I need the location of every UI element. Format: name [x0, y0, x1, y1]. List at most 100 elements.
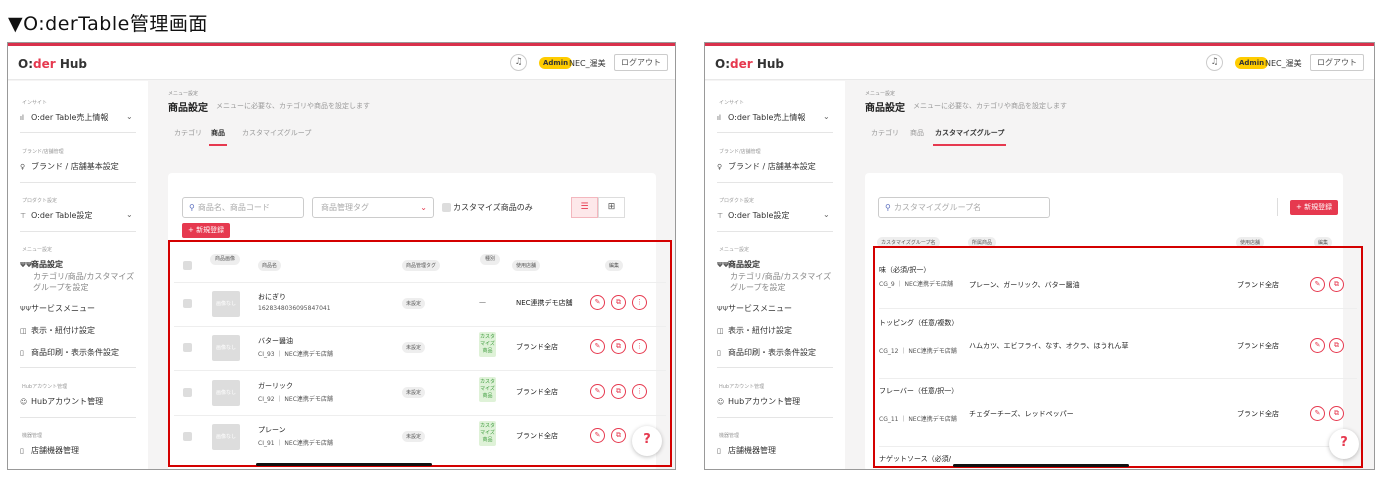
edit-icon[interactable]: ✎ — [590, 428, 605, 443]
group-code: CG_9 ｜ NEC連携デモ店舗 — [879, 281, 953, 288]
logout-button[interactable]: ログアウト — [614, 54, 668, 71]
sidebar-item-product[interactable]: ⊤ O:der Table設定 — [20, 210, 92, 221]
grid-view-icon[interactable]: ⊞ — [598, 197, 625, 218]
edit-icon[interactable]: ✎ — [590, 295, 605, 310]
copy-icon[interactable]: ⧉ — [611, 428, 626, 443]
edit-icon[interactable]: ✎ — [590, 384, 605, 399]
help-icon[interactable]: ? — [1329, 429, 1359, 459]
copy-icon[interactable]: ⧉ — [1329, 338, 1344, 353]
admin-badge: Admin — [539, 57, 573, 69]
sidebar-item-hub[interactable]: ☺ Hubアカウント管理 — [20, 396, 103, 407]
copy-icon[interactable]: ⧉ — [611, 384, 626, 399]
sidebar-item-product[interactable]: ⊤ O:der Table設定 — [717, 210, 789, 221]
tablet-icon: ⊤ — [717, 212, 724, 220]
copy-icon[interactable]: ⧉ — [611, 339, 626, 354]
row-divider — [879, 308, 1357, 309]
group-search-input[interactable]: ⚲ カスタマイズグループ名 — [878, 197, 1050, 218]
row-checkbox[interactable] — [183, 388, 192, 397]
new-product-button[interactable]: + 新規登録 — [182, 223, 231, 238]
copy-icon[interactable]: ⧉ — [611, 295, 626, 310]
product-store: NEC連携デモ店舗 — [516, 299, 573, 307]
chevron-down-icon[interactable]: ⌄ — [126, 112, 133, 121]
more-icon[interactable]: ⋮ — [632, 339, 647, 354]
row-checkbox[interactable] — [183, 299, 192, 308]
top-bar: O:der Hub ♫ Admin NEC_渥美 ログアウト — [705, 46, 1374, 80]
sidebar-item-print[interactable]: ▯ 商品印刷・表示条件設定 — [20, 347, 119, 358]
product-store: ブランド全店 — [516, 388, 558, 396]
tab-products[interactable]: 商品 — [910, 128, 924, 138]
cutlery-icon: ΨΨ — [20, 261, 32, 269]
sidebar-item-service[interactable]: ΨΨサービスメニュー — [20, 303, 95, 314]
divider — [717, 417, 833, 418]
help-icon[interactable]: ? — [632, 426, 662, 456]
product-image: 画像なし — [212, 424, 240, 450]
sidebar-item-brand[interactable]: ♀ ブランド / 店舗基本設定 — [717, 161, 816, 172]
col-header-type: 種別 — [480, 254, 500, 265]
edit-icon[interactable]: ✎ — [1310, 277, 1325, 292]
new-group-button[interactable]: + 新規登録 — [1290, 200, 1339, 215]
row-checkbox[interactable] — [183, 432, 192, 441]
col-header-edit: 編集 — [605, 260, 624, 271]
logout-button[interactable]: ログアウト — [1310, 54, 1364, 71]
group-name: トッピング（任意/複数） — [879, 319, 959, 327]
tab-category[interactable]: カテゴリ — [871, 128, 899, 138]
section-label: インサイト — [22, 100, 48, 106]
col-header-store: 使用店舗 — [512, 260, 541, 271]
section-label: ブランド/店舗管理 — [719, 149, 761, 155]
select-all-checkbox[interactable] — [183, 261, 192, 270]
sidebar-item-brand[interactable]: ♀ ブランド / 店舗基本設定 — [20, 161, 119, 172]
custom-only-checkbox[interactable] — [442, 203, 451, 212]
sidebar-item-device[interactable]: ▯ 店舗機器管理 — [717, 445, 776, 456]
bulb-icon: ♀ — [717, 163, 723, 171]
product-name: おにぎり — [258, 293, 286, 301]
chevron-down-icon[interactable]: ⌄ — [823, 210, 830, 219]
sidebar-item-display[interactable]: ◫ 表示・紐付け設定 — [20, 325, 95, 336]
more-icon[interactable]: ⋮ — [632, 295, 647, 310]
tab-products[interactable]: 商品 — [209, 128, 227, 146]
group-code: CG_12 ｜ NEC連携デモ店舗 — [879, 348, 957, 355]
more-icon[interactable]: ⋮ — [632, 384, 647, 399]
sidebar-subitem-menu[interactable]: カテゴリ/商品/カスタマイズグループを設定 — [730, 271, 836, 293]
product-search-input[interactable]: ⚲ 商品名、商品コード — [182, 197, 304, 218]
product-name: ガーリック — [258, 382, 293, 390]
edit-icon[interactable]: ✎ — [590, 339, 605, 354]
bell-icon[interactable]: ♫ — [1206, 54, 1223, 71]
list-view-icon[interactable]: ☰ — [571, 197, 598, 218]
sidebar-item-service[interactable]: ΨΨサービスメニュー — [717, 303, 792, 314]
sidebar-item-menu[interactable]: ΨΨ商品設定 — [20, 259, 63, 270]
logo[interactable]: O:der Hub — [715, 57, 784, 71]
sidebar-item-hub[interactable]: ☺ Hubアカウント管理 — [717, 396, 800, 407]
divider — [717, 231, 833, 232]
product-tag: 未設定 — [402, 387, 426, 398]
copy-icon[interactable]: ⧉ — [1329, 277, 1344, 292]
chart-icon: ıl — [20, 114, 24, 122]
col-header-name: 商品名 — [258, 260, 282, 271]
search-icon: ⚲ — [885, 203, 891, 212]
tag-select[interactable]: 商品管理タグ ⌄ — [312, 197, 434, 218]
chevron-down-icon[interactable]: ⌄ — [126, 210, 133, 219]
tab-category[interactable]: カテゴリ — [174, 128, 202, 138]
sidebar-item-sales[interactable]: ıl O:der Table売上情報 — [717, 112, 805, 123]
sidebar-item-print[interactable]: ▯ 商品印刷・表示条件設定 — [717, 347, 816, 358]
home-indicator — [256, 463, 432, 466]
sidebar-item-device[interactable]: ▯ 店舗機器管理 — [20, 445, 79, 456]
sidebar-item-display[interactable]: ◫ 表示・紐付け設定 — [717, 325, 792, 336]
product-tag: 未設定 — [402, 342, 426, 353]
sidebar-item-menu[interactable]: ΨΨ商品設定 — [717, 259, 760, 270]
logo[interactable]: O:der Hub — [18, 57, 87, 71]
home-indicator — [953, 464, 1129, 467]
row-checkbox[interactable] — [183, 343, 192, 352]
chevron-down-icon[interactable]: ⌄ — [823, 112, 830, 121]
product-code: CI_92 ｜ NEC連携デモ店舗 — [258, 396, 333, 403]
group-store: ブランド全店 — [1237, 342, 1279, 350]
edit-icon[interactable]: ✎ — [1310, 406, 1325, 421]
edit-icon[interactable]: ✎ — [1310, 338, 1325, 353]
copy-icon[interactable]: ⧉ — [1329, 406, 1344, 421]
sidebar-item-sales[interactable]: ıl O:der Table売上情報 — [20, 112, 108, 123]
bell-icon[interactable]: ♫ — [510, 54, 527, 71]
tab-custom-groups[interactable]: カスタマイズグループ — [933, 128, 1007, 146]
divider — [20, 132, 136, 133]
tab-custom-groups[interactable]: カスタマイズグループ — [242, 128, 311, 138]
sidebar-subitem-menu[interactable]: カテゴリ/商品/カスタマイズグループを設定 — [33, 271, 139, 293]
product-image: 画像なし — [212, 380, 240, 406]
